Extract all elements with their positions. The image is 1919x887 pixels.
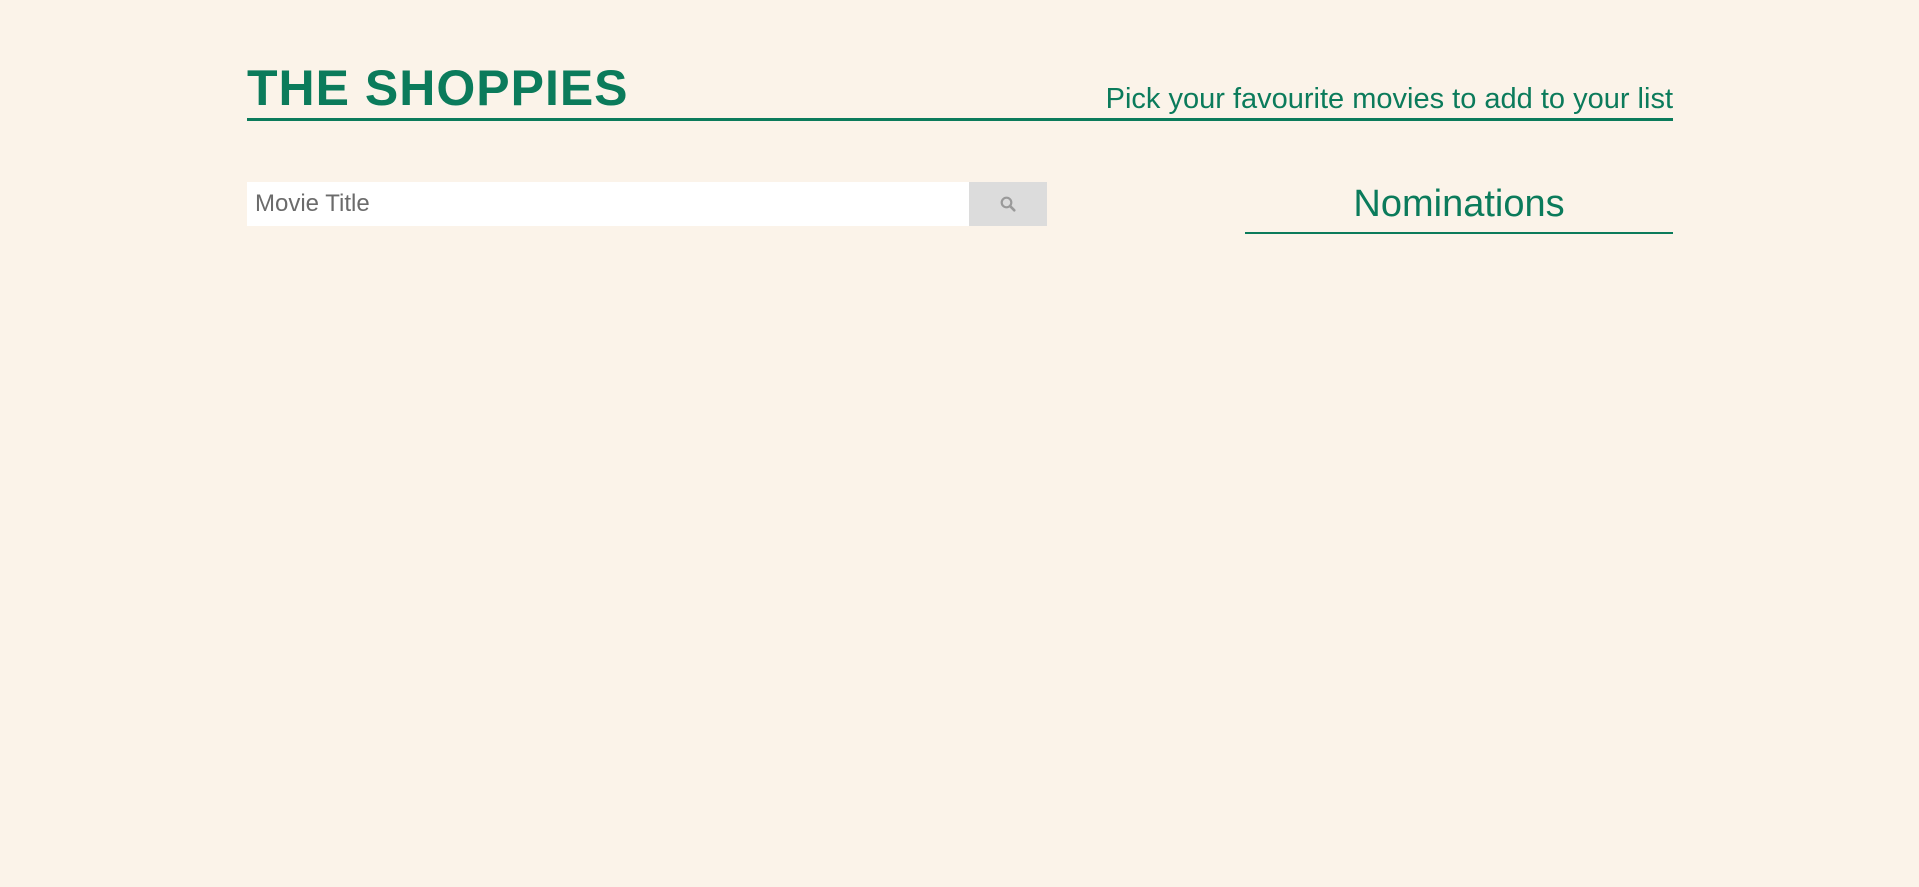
nominations-title: Nominations — [1353, 183, 1565, 225]
brand-title: THE SHOPPIES — [247, 60, 629, 116]
nominations-panel: Nominations — [1245, 176, 1673, 234]
tagline: Pick your favourite movies to add to you… — [1105, 83, 1673, 115]
search-bar — [247, 182, 1047, 226]
search-icon — [999, 195, 1017, 213]
search-input[interactable] — [247, 182, 969, 226]
site-header: THE SHOPPIES Pick your favourite movies … — [247, 58, 1673, 121]
search-button[interactable] — [969, 182, 1047, 226]
